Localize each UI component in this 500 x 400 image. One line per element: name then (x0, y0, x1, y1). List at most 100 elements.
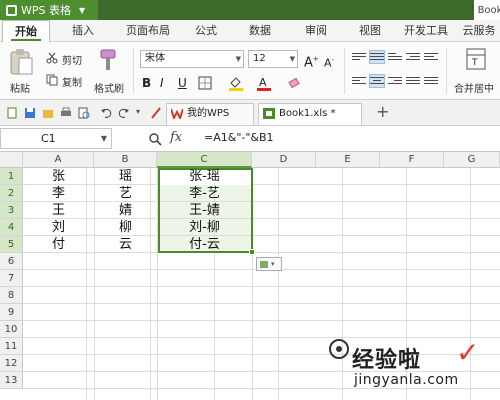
format-painter-icon[interactable] (98, 48, 118, 72)
merge-center-button[interactable]: 合并居中 (454, 80, 494, 95)
tab-developer[interactable]: 开发工具 (400, 20, 452, 42)
name-box[interactable]: C1 ▼ (0, 128, 112, 149)
align-bottom-icon[interactable] (388, 51, 402, 63)
row-header-6[interactable]: 6 (0, 253, 23, 270)
cell-b4[interactable]: 柳 (94, 219, 157, 236)
tab-cloud[interactable]: 云服务 (458, 20, 500, 42)
row-header-7[interactable]: 7 (0, 270, 23, 287)
merge-cells-icon[interactable]: T (466, 48, 486, 70)
title-book-label: Book (474, 0, 500, 20)
tab-insert[interactable]: 插入 (62, 20, 104, 42)
border-icon[interactable] (198, 76, 212, 90)
italic-button[interactable]: I (160, 75, 164, 91)
chevron-down-icon: ▼ (289, 55, 295, 63)
insert-function-icon[interactable]: fx (170, 130, 182, 145)
cell-a1[interactable]: 张 (23, 168, 94, 185)
column-header-e[interactable]: E (316, 152, 380, 168)
paste-icon[interactable] (8, 48, 34, 76)
fill-color-icon[interactable] (228, 75, 244, 91)
fill-handle[interactable] (249, 249, 255, 255)
font-color-icon[interactable]: A (256, 75, 272, 91)
cell-c3[interactable]: 王-婧 (157, 202, 252, 219)
quick-access-dropdown-icon[interactable]: ▾ (136, 107, 140, 116)
row-header-9[interactable]: 9 (0, 304, 23, 321)
print-preview-icon[interactable] (78, 107, 90, 119)
shrink-font-icon[interactable]: A- (324, 52, 334, 72)
cut-button[interactable]: 剪切 (62, 52, 82, 67)
cell-b5[interactable]: 云 (94, 236, 157, 253)
cell-a2[interactable]: 李 (23, 185, 94, 202)
align-middle-icon[interactable] (369, 50, 385, 64)
outdent-icon[interactable] (424, 51, 438, 63)
save-icon[interactable] (24, 107, 36, 119)
tab-formulas[interactable]: 公式 (188, 20, 224, 42)
align-left-icon[interactable] (352, 75, 366, 87)
align-right-icon[interactable] (388, 75, 402, 87)
column-header-b[interactable]: B (94, 152, 157, 168)
cell-c1[interactable]: 张-瑶 (157, 168, 252, 185)
justify-icon[interactable] (406, 75, 420, 87)
new-tab-icon[interactable]: + (376, 102, 389, 121)
pin-icon[interactable] (150, 106, 162, 120)
row-header-1[interactable]: 1 (0, 168, 23, 185)
cell-a4[interactable]: 刘 (23, 219, 94, 236)
print-icon[interactable] (60, 107, 72, 119)
cell-a5[interactable]: 付 (23, 236, 94, 253)
cell-b3[interactable]: 婧 (94, 202, 157, 219)
column-headers: A B C D E F G (0, 152, 500, 168)
bold-button[interactable]: B (142, 75, 151, 91)
column-header-g[interactable]: G (444, 152, 500, 168)
indent-icon[interactable] (406, 51, 420, 63)
row-header-3[interactable]: 3 (0, 202, 23, 219)
copy-icon[interactable] (46, 74, 58, 86)
row-header-10[interactable]: 10 (0, 321, 23, 338)
font-size-select[interactable]: 12 ▼ (248, 50, 298, 68)
grow-font-icon[interactable]: A+ (304, 51, 319, 71)
column-header-a[interactable]: A (23, 152, 94, 168)
redo-icon[interactable] (118, 107, 130, 119)
column-header-f[interactable]: F (380, 152, 444, 168)
formula-input[interactable]: =A1&"-"&B1 (198, 128, 500, 149)
cell-a3[interactable]: 王 (23, 202, 94, 219)
cell-c2[interactable]: 李-艺 (157, 185, 252, 202)
tab-book1[interactable]: Book1.xls * (258, 103, 362, 125)
undo-icon[interactable] (100, 107, 112, 119)
format-painter-button[interactable]: 格式刷 (94, 80, 124, 95)
app-menu-button[interactable]: WPS 表格 ▼ (0, 0, 98, 20)
row-header-11[interactable]: 11 (0, 338, 23, 355)
row-header-5[interactable]: 5 (0, 236, 23, 253)
column-header-d[interactable]: D (252, 152, 316, 168)
cell-c5[interactable]: 付-云 (157, 236, 252, 253)
row-header-2[interactable]: 2 (0, 185, 23, 202)
scissors-icon[interactable] (46, 52, 58, 64)
cell-b1[interactable]: 瑶 (94, 168, 157, 185)
zoom-icon[interactable] (148, 132, 162, 146)
distributed-icon[interactable] (424, 75, 438, 87)
tab-page-layout[interactable]: 页面布局 (118, 20, 178, 42)
paste-label[interactable]: 粘贴 (10, 80, 30, 95)
row-header-12[interactable]: 12 (0, 355, 23, 372)
cell-c4[interactable]: 刘-柳 (157, 219, 252, 236)
row-header-4[interactable]: 4 (0, 219, 23, 236)
align-top-icon[interactable] (352, 51, 366, 63)
font-name-select[interactable]: 宋体 ▼ (140, 50, 244, 68)
tab-view[interactable]: 视图 (352, 20, 388, 42)
ribbon-panel: 粘贴 剪切 复制 格式刷 宋体 ▼ 12 ▼ A+ A- B I U A T 合… (0, 42, 500, 100)
tab-data[interactable]: 数据 (242, 20, 278, 42)
clear-format-icon[interactable] (288, 76, 302, 90)
underline-button[interactable]: U (178, 75, 187, 91)
column-header-c[interactable]: C (157, 152, 252, 168)
open-folder-icon[interactable] (42, 107, 54, 119)
new-file-icon[interactable] (6, 107, 18, 119)
select-all-corner[interactable] (0, 152, 23, 168)
row-header-13[interactable]: 13 (0, 372, 23, 389)
paste-options-button[interactable]: ▾ (256, 257, 282, 271)
cell-b2[interactable]: 艺 (94, 185, 157, 202)
row-header-8[interactable]: 8 (0, 287, 23, 304)
copy-button[interactable]: 复制 (62, 74, 82, 89)
tab-review[interactable]: 审阅 (298, 20, 334, 42)
chevron-down-icon: ▼ (100, 134, 107, 143)
tab-my-wps[interactable]: 我的WPS (166, 103, 254, 125)
align-center-icon[interactable] (369, 74, 385, 88)
tab-home[interactable]: 开始 (2, 20, 50, 42)
